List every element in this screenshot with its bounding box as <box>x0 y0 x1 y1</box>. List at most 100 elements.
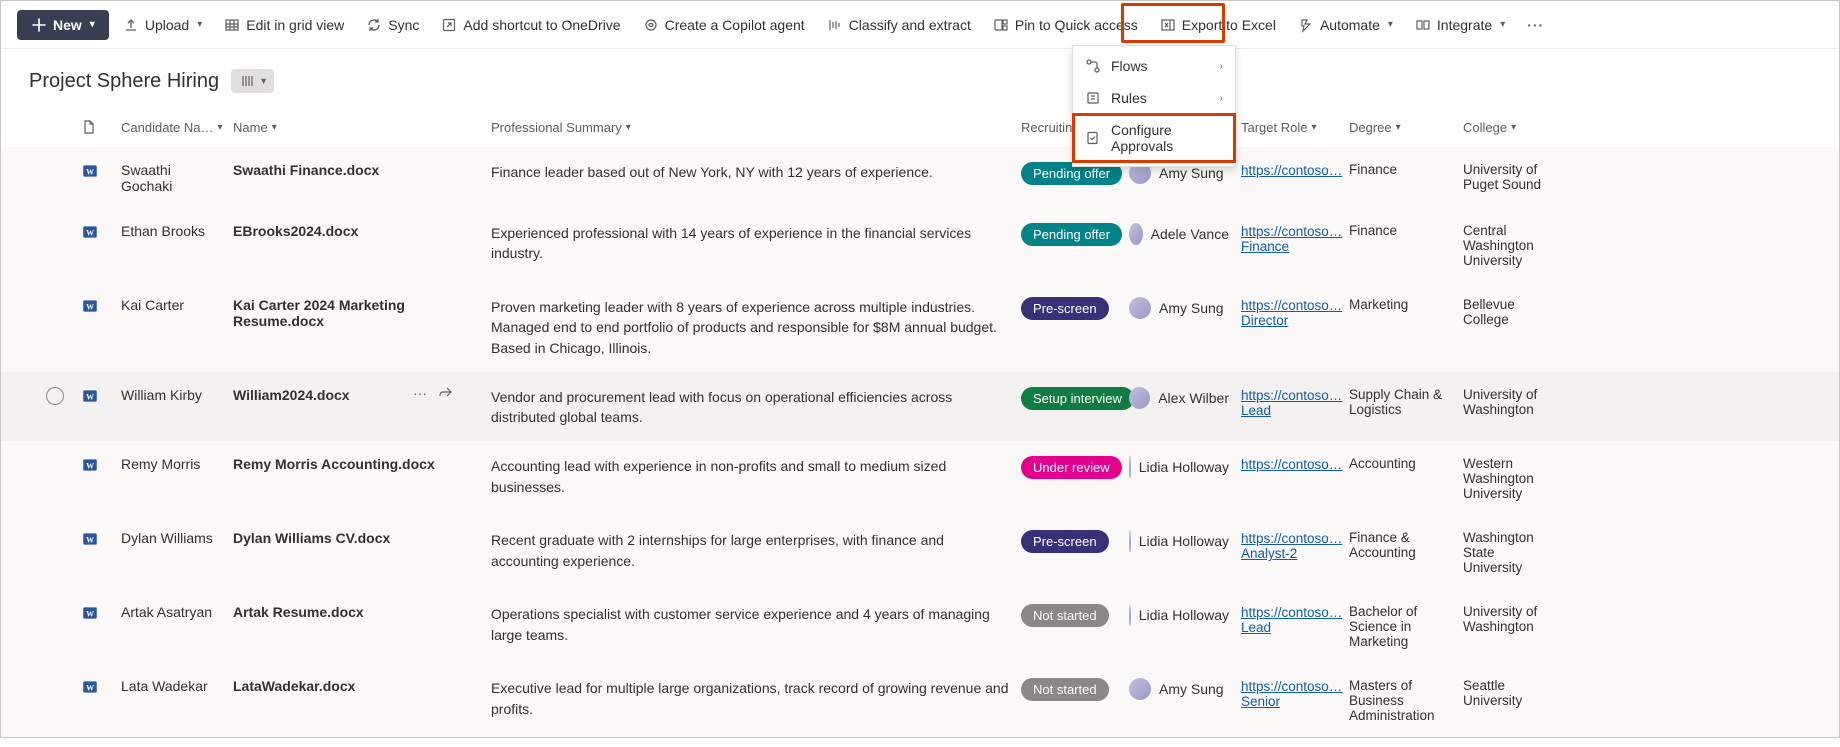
new-label: New <box>53 17 82 33</box>
avatar <box>1129 678 1151 700</box>
pin-button[interactable]: Pin to Quick access <box>985 11 1146 39</box>
menu-configure-approvals[interactable]: Configure Approvals <box>1073 114 1235 162</box>
candidate-name: Lata Wadekar <box>121 678 233 694</box>
assigned-person[interactable]: Lidia Holloway <box>1129 530 1241 552</box>
col-summary[interactable]: Professional Summary▾ <box>491 120 1021 135</box>
chevron-right-icon: › <box>1220 93 1223 104</box>
upload-button[interactable]: Upload ▾ <box>115 11 210 39</box>
table-row[interactable]: WDylan WilliamsDylan Williams CV.docxRec… <box>1 515 1839 589</box>
word-file-icon: W <box>81 223 99 241</box>
target-role-link-2[interactable]: Finance <box>1241 239 1337 254</box>
recruiting-status: Under review <box>1021 456 1129 479</box>
document-name: LataWadekar.docx <box>233 678 491 694</box>
more-button[interactable]: ··· <box>1519 11 1552 39</box>
professional-summary: Finance leader based out of New York, NY… <box>491 162 1021 182</box>
rules-icon <box>1085 90 1101 106</box>
table-row[interactable]: WRemy MorrisRemy Morris Accounting.docxA… <box>1 441 1839 515</box>
col-college[interactable]: College▾ <box>1463 120 1559 135</box>
export-excel-button[interactable]: Export to Excel <box>1152 11 1284 39</box>
target-role-cell: https://contoso…Finance <box>1241 223 1349 254</box>
target-role-cell: https://contoso… <box>1241 162 1349 178</box>
edit-grid-button[interactable]: Edit in grid view <box>216 11 352 39</box>
col-candidate[interactable]: Candidate Na…▾ <box>121 120 233 135</box>
target-role-link-2[interactable]: Lead <box>1241 403 1337 418</box>
status-badge: Not started <box>1021 678 1109 701</box>
chevron-down-icon: ▾ <box>197 19 202 30</box>
target-role-link-2[interactable]: Lead <box>1241 620 1337 635</box>
candidate-name: Ethan Brooks <box>121 223 233 239</box>
table-row[interactable]: WSwaathi GochakiSwaathi Finance.docxFina… <box>1 147 1839 208</box>
assigned-person[interactable]: Lidia Holloway <box>1129 456 1241 478</box>
view-selector[interactable]: ▾ <box>231 69 274 93</box>
candidate-name: Kai Carter <box>121 297 233 313</box>
col-target-role[interactable]: Target Role▾ <box>1241 120 1349 135</box>
recruiting-status: Pending offer <box>1021 223 1129 246</box>
candidate-name: William Kirby <box>121 387 233 403</box>
document-name: EBrooks2024.docx <box>233 223 491 239</box>
target-role-link[interactable]: https://contoso… <box>1241 531 1342 546</box>
candidate-name: Artak Asatryan <box>121 604 233 620</box>
word-file-icon: W <box>81 604 99 622</box>
recruiting-status: Setup interview <box>1021 387 1129 410</box>
table-row[interactable]: WEthan BrooksEBrooks2024.docxExperienced… <box>1 208 1839 282</box>
avatar <box>1129 604 1131 626</box>
ellipsis-icon[interactable]: ··· <box>413 385 427 404</box>
avatar <box>1129 297 1151 319</box>
automate-icon <box>1298 17 1314 33</box>
document-name: Swaathi Finance.docx <box>233 162 491 178</box>
avatar <box>1129 223 1143 245</box>
target-role-link-2[interactable]: Analyst-2 <box>1241 546 1337 561</box>
target-role-link[interactable]: https://contoso… <box>1241 679 1342 694</box>
integrate-button[interactable]: Integrate ▾ <box>1407 11 1513 39</box>
svg-text:W: W <box>86 684 94 693</box>
excel-icon <box>1160 17 1176 33</box>
integrate-icon <box>1415 17 1431 33</box>
avatar <box>1129 387 1150 409</box>
col-degree[interactable]: Degree▾ <box>1349 120 1463 135</box>
target-role-link[interactable]: https://contoso… <box>1241 388 1342 403</box>
table-row[interactable]: WWilliam KirbyWilliam2024.docxVendor and… <box>1 372 1839 442</box>
chevron-down-icon: ▾ <box>261 76 266 87</box>
automate-menu: Flows › Rules › Configure Approvals <box>1072 45 1236 167</box>
assigned-person[interactable]: Adele Vance <box>1129 223 1241 245</box>
table-row[interactable]: WArtak AsatryanArtak Resume.docxOperatio… <box>1 589 1839 663</box>
target-role-link[interactable]: https://contoso… <box>1241 163 1342 178</box>
classify-button[interactable]: Classify and extract <box>819 11 979 39</box>
assigned-person[interactable]: Amy Sung <box>1129 678 1241 700</box>
table-row[interactable]: WKai CarterKai Carter 2024 Marketing Res… <box>1 282 1839 372</box>
target-role-link[interactable]: https://contoso… <box>1241 298 1342 313</box>
status-badge: Pending offer <box>1021 223 1122 246</box>
assigned-person[interactable]: Amy Sung <box>1129 297 1241 319</box>
svg-text:W: W <box>86 302 94 311</box>
target-role-link-2[interactable]: Director <box>1241 313 1337 328</box>
target-role-link[interactable]: https://contoso… <box>1241 224 1342 239</box>
target-role-link[interactable]: https://contoso… <box>1241 605 1342 620</box>
target-role-cell: https://contoso…Senior <box>1241 678 1349 709</box>
document-name: Dylan Williams CV.docx <box>233 530 491 546</box>
col-name[interactable]: Name▾ <box>233 120 491 135</box>
table-row[interactable]: WLata WadekarLataWadekar.docxExecutive l… <box>1 663 1839 737</box>
assigned-person[interactable]: Lidia Holloway <box>1129 604 1241 626</box>
page-title: Project Sphere Hiring <box>29 70 219 93</box>
sync-button[interactable]: Sync <box>358 11 427 39</box>
menu-rules[interactable]: Rules › <box>1073 82 1235 114</box>
target-role-link-2[interactable]: Senior <box>1241 694 1337 709</box>
chevron-down-icon: ▾ <box>1500 19 1505 30</box>
degree: Finance <box>1349 223 1463 238</box>
copilot-button[interactable]: Create a Copilot agent <box>635 11 813 39</box>
ellipsis-icon: ··· <box>1527 17 1544 33</box>
menu-flows[interactable]: Flows › <box>1073 50 1235 82</box>
assigned-person[interactable]: Alex Wilber <box>1129 387 1241 409</box>
svg-text:W: W <box>86 392 94 401</box>
avatar <box>1129 456 1131 478</box>
recruiting-status: Not started <box>1021 604 1129 627</box>
add-shortcut-button[interactable]: Add shortcut to OneDrive <box>433 11 628 39</box>
row-select[interactable] <box>46 387 64 405</box>
target-role-link[interactable]: https://contoso… <box>1241 457 1342 472</box>
share-icon[interactable] <box>437 385 453 404</box>
degree: Masters of Business Administration <box>1349 678 1463 723</box>
new-button[interactable]: New ▾ <box>17 10 109 40</box>
col-file-icon[interactable] <box>81 119 121 135</box>
target-role-cell: https://contoso…Director <box>1241 297 1349 328</box>
automate-button[interactable]: Automate ▾ <box>1290 11 1401 39</box>
